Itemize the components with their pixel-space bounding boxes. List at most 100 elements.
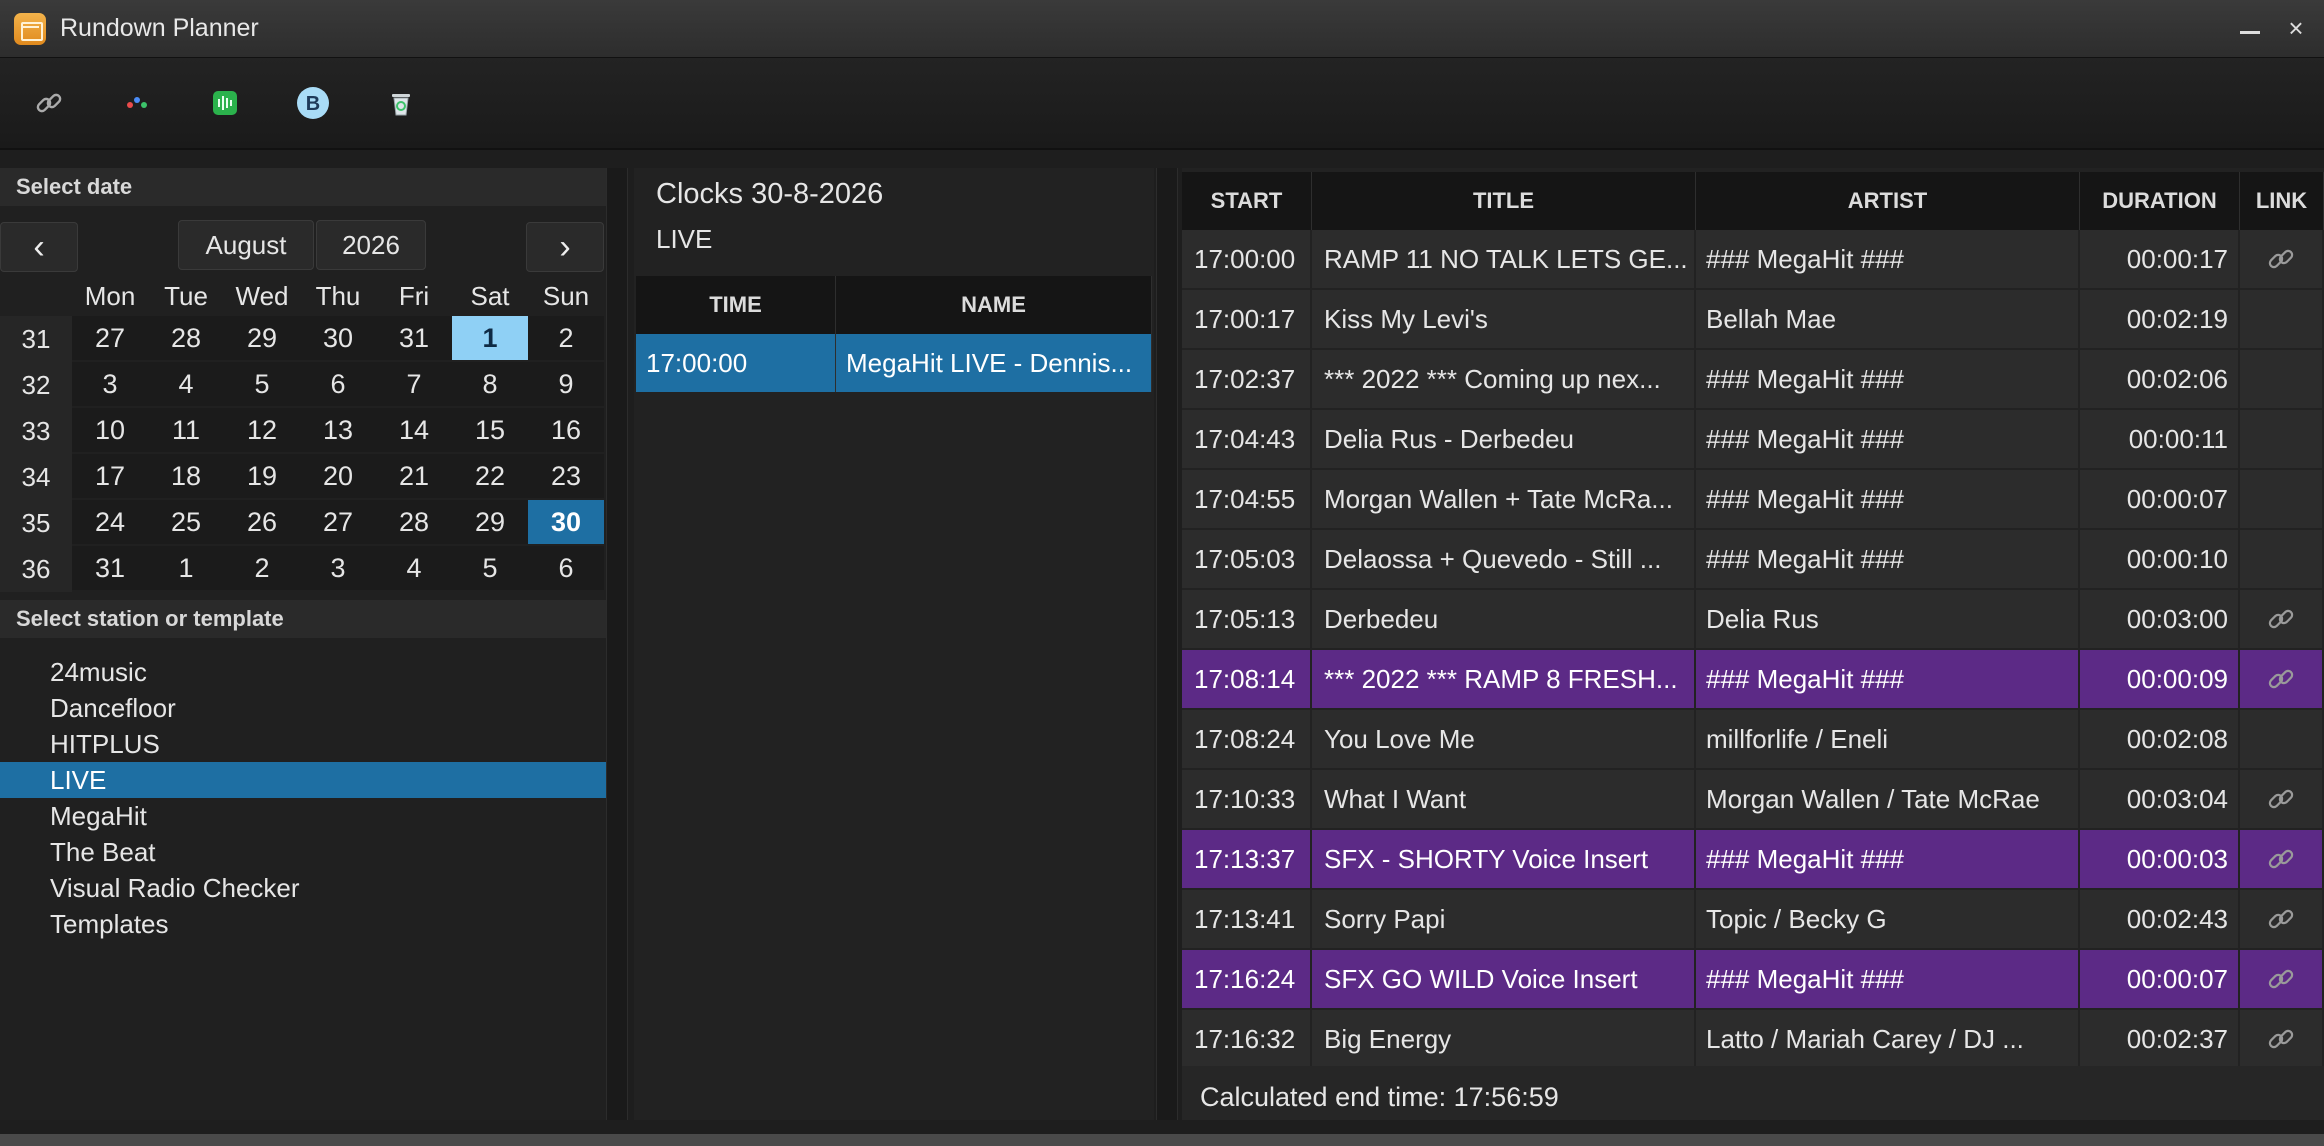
calendar-day[interactable]: 20 [300, 454, 376, 498]
calendar-day[interactable]: 28 [376, 500, 452, 544]
station-item[interactable]: Templates [0, 906, 606, 942]
calendar-day[interactable]: 25 [148, 500, 224, 544]
station-item[interactable]: LIVE [0, 762, 606, 798]
calendar-day[interactable]: 13 [300, 408, 376, 452]
select-date-header: Select date [0, 168, 606, 206]
station-item[interactable]: The Beat [0, 834, 606, 870]
month-selector[interactable]: August [178, 220, 314, 270]
calendar-day[interactable]: 10 [72, 408, 148, 452]
row-title: Derbedeu [1312, 590, 1696, 648]
column-header-duration[interactable]: DURATION [2080, 172, 2240, 230]
rundown-row[interactable]: 17:10:33 What I Want Morgan Wallen / Tate … [1182, 770, 2324, 830]
station-item[interactable]: 24music [0, 654, 606, 690]
calendar-day[interactable]: 4 [148, 362, 224, 406]
rundown-row[interactable]: 17:04:55 Morgan Wallen + Tate McRa... ### … [1182, 470, 2324, 530]
calendar-day[interactable]: 1 [452, 316, 528, 360]
calendar-day[interactable]: 19 [224, 454, 300, 498]
calendar-day[interactable]: 30 [528, 500, 604, 544]
calendar-day[interactable]: 24 [72, 500, 148, 544]
close-button[interactable]: × [2282, 14, 2310, 42]
column-header-title[interactable]: TITLE [1312, 172, 1696, 230]
calendar-day[interactable]: 6 [528, 546, 604, 590]
station-item[interactable]: HITPLUS [0, 726, 606, 762]
column-header-artist[interactable]: ARTIST [1696, 172, 2080, 230]
link-icon[interactable] [2240, 590, 2324, 648]
year-selector[interactable]: 2026 [316, 220, 426, 270]
column-header-start[interactable]: START [1182, 172, 1312, 230]
rundown-row[interactable]: 17:00:17 Kiss My Levi's Bellah Mae 00:02:19 [1182, 290, 2324, 350]
rundown-row[interactable]: 17:08:24 You Love Me millforlife / Eneli 00… [1182, 710, 2324, 770]
calendar-day[interactable]: 1 [148, 546, 224, 590]
calendar-day[interactable]: 12 [224, 408, 300, 452]
calendar-day[interactable]: 5 [452, 546, 528, 590]
column-header-time[interactable]: TIME [636, 276, 836, 334]
link-icon[interactable] [2240, 890, 2324, 948]
link-icon[interactable] [2240, 950, 2324, 1008]
calendar-day[interactable]: 5 [224, 362, 300, 406]
calendar-day[interactable]: 23 [528, 454, 604, 498]
calendar-day[interactable]: 4 [376, 546, 452, 590]
splitter-right[interactable] [1156, 168, 1178, 1120]
calendar-day[interactable]: 16 [528, 408, 604, 452]
splitter-left[interactable] [606, 168, 628, 1120]
link-icon[interactable] [32, 86, 66, 120]
calendar-day[interactable]: 3 [72, 362, 148, 406]
row-title: Kiss My Levi's [1312, 290, 1696, 348]
link-icon[interactable] [2240, 650, 2324, 708]
calendar-day[interactable]: 26 [224, 500, 300, 544]
column-header-link[interactable]: LINK [2240, 172, 2324, 230]
calendar-day[interactable]: 30 [300, 316, 376, 360]
station-item[interactable]: Visual Radio Checker [0, 870, 606, 906]
calendar-day[interactable]: 8 [452, 362, 528, 406]
calendar-day[interactable]: 14 [376, 408, 452, 452]
calendar-day[interactable]: 11 [148, 408, 224, 452]
calendar-day[interactable]: 17 [72, 454, 148, 498]
station-item[interactable]: Dancefloor [0, 690, 606, 726]
calendar-day[interactable]: 3 [300, 546, 376, 590]
b-badge-icon[interactable]: B [296, 86, 330, 120]
column-header-name[interactable]: NAME [836, 276, 1152, 334]
row-artist: Topic / Becky G [1696, 890, 2080, 948]
calendar-day[interactable]: 27 [72, 316, 148, 360]
calendar-day[interactable]: 21 [376, 454, 452, 498]
rundown-row[interactable]: 17:16:32 Big Energy Latto / Mariah Carey /… [1182, 1010, 2324, 1070]
clock-row[interactable]: 17:00:00 MegaHit LIVE - Dennis... [636, 334, 1152, 392]
rundown-row[interactable]: 17:02:37 *** 2022 *** Coming up nex... ###… [1182, 350, 2324, 410]
link-icon[interactable] [2240, 830, 2324, 888]
calendar-day[interactable]: 27 [300, 500, 376, 544]
calendar-day[interactable]: 31 [72, 546, 148, 590]
audio-wave-icon[interactable] [208, 86, 242, 120]
station-item[interactable]: MegaHit [0, 798, 606, 834]
calendar-day[interactable]: 6 [300, 362, 376, 406]
dots-icon[interactable] [120, 86, 154, 120]
rundown-row[interactable]: 17:13:37 SFX - SHORTY Voice Insert ### Meg… [1182, 830, 2324, 890]
calendar-day[interactable]: 2 [224, 546, 300, 590]
rundown-row[interactable]: 17:13:41 Sorry Papi Topic / Becky G 00:02:4… [1182, 890, 2324, 950]
calendar-day[interactable]: 28 [148, 316, 224, 360]
rundown-row[interactable]: 17:04:43 Delia Rus - Derbedeu ### MegaHit … [1182, 410, 2324, 470]
calendar-day[interactable]: 7 [376, 362, 452, 406]
rundown-row[interactable]: 17:00:00 RAMP 11 NO TALK LETS GE... ### Me… [1182, 230, 2324, 290]
row-start: 17:08:14 [1182, 650, 1312, 708]
rundown-row[interactable]: 17:16:24 SFX GO WILD Voice Insert ### Mega… [1182, 950, 2324, 1010]
row-artist: ### MegaHit ### [1696, 230, 2080, 288]
rundown-row[interactable]: 17:05:03 Delaossa + Quevedo - Still ... ##… [1182, 530, 2324, 590]
next-month-button[interactable]: › [526, 222, 604, 272]
recycle-bin-icon[interactable] [384, 86, 418, 120]
row-artist: ### MegaHit ### [1696, 830, 2080, 888]
rundown-row[interactable]: 17:08:14 *** 2022 *** RAMP 8 FRESH... ### … [1182, 650, 2324, 710]
rundown-row[interactable]: 17:05:13 Derbedeu Delia Rus 00:03:00 [1182, 590, 2324, 650]
link-icon[interactable] [2240, 1010, 2324, 1068]
calendar-day[interactable]: 15 [452, 408, 528, 452]
calendar-day[interactable]: 22 [452, 454, 528, 498]
calendar-day[interactable]: 29 [224, 316, 300, 360]
calendar-day[interactable]: 18 [148, 454, 224, 498]
prev-month-button[interactable]: ‹ [0, 222, 78, 272]
calendar-day[interactable]: 31 [376, 316, 452, 360]
link-icon[interactable] [2240, 770, 2324, 828]
minimize-button[interactable] [2238, 18, 2262, 42]
calendar-day[interactable]: 2 [528, 316, 604, 360]
link-icon[interactable] [2240, 230, 2324, 288]
calendar-day[interactable]: 29 [452, 500, 528, 544]
calendar-day[interactable]: 9 [528, 362, 604, 406]
